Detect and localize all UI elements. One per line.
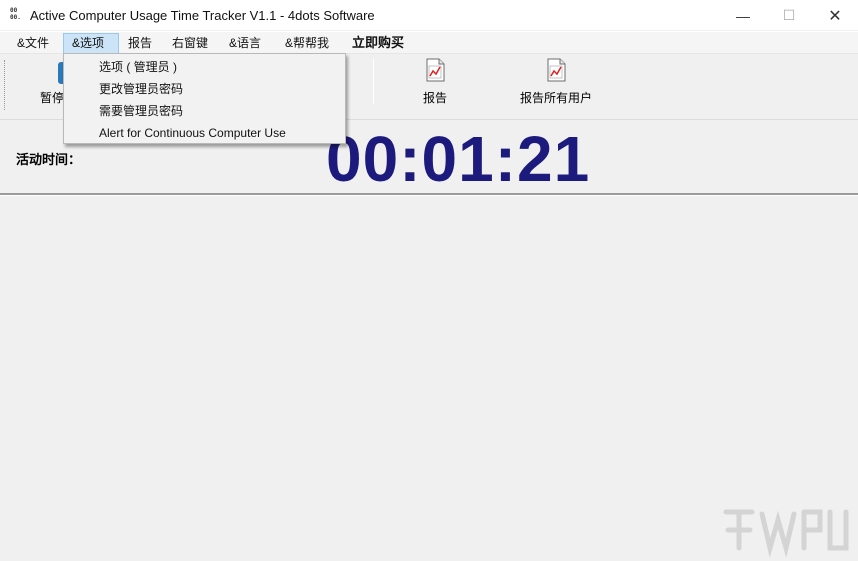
menu-option-continuous-use-alert[interactable]: Alert for Continuous Computer Use — [64, 122, 345, 144]
report-label: 报告 — [422, 91, 447, 105]
report-all-chart-icon — [547, 58, 566, 82]
menu-option-change-admin-password[interactable]: 更改管理员密码 — [64, 78, 345, 100]
menu-option-admin-options[interactable]: 选项 ( 管理员 ) — [64, 56, 345, 78]
options-dropdown-menu: 选项 ( 管理员 ) 更改管理员密码 需要管理员密码 Alert for Con… — [63, 53, 346, 144]
maximize-button[interactable]: ☐ — [766, 0, 812, 31]
close-button[interactable]: ✕ — [812, 0, 858, 31]
menu-option-require-admin-password[interactable]: 需要管理员密码 — [64, 100, 345, 122]
menu-bar: &文件 &选项 报告 右窗键 &语言 &帮帮我 立即购买 — [0, 32, 858, 55]
menu-buy-now[interactable]: 立即购买 — [347, 34, 409, 53]
watermark-logo — [723, 509, 849, 558]
report-chart-icon — [426, 58, 445, 82]
app-icon: 00 00. — [10, 7, 21, 21]
menu-report[interactable]: 报告 — [123, 34, 157, 53]
menu-right-key[interactable]: 右窗键 — [167, 34, 213, 53]
window-title: Active Computer Usage Time Tracker V1.1 … — [30, 8, 375, 23]
title-bar: 00 00. Active Computer Usage Time Tracke… — [0, 0, 858, 31]
report-button[interactable]: 报告 — [414, 58, 456, 106]
toolbar-grip[interactable] — [4, 60, 6, 110]
active-time-label: 活动时间： — [16, 152, 82, 167]
report-all-users-label: 报告所有用户 — [519, 91, 592, 105]
menu-file[interactable]: &文件 — [12, 34, 54, 53]
minimize-button[interactable]: — — [720, 0, 766, 31]
menu-options[interactable]: &选项 — [63, 33, 119, 55]
report-all-users-button[interactable]: 报告所有用户 — [515, 58, 597, 106]
timer-display: 00:01:21 — [326, 123, 591, 195]
menu-language[interactable]: &语言 — [224, 34, 266, 53]
menu-help[interactable]: &帮帮我 — [280, 34, 334, 53]
toolbar-separator — [373, 59, 374, 104]
